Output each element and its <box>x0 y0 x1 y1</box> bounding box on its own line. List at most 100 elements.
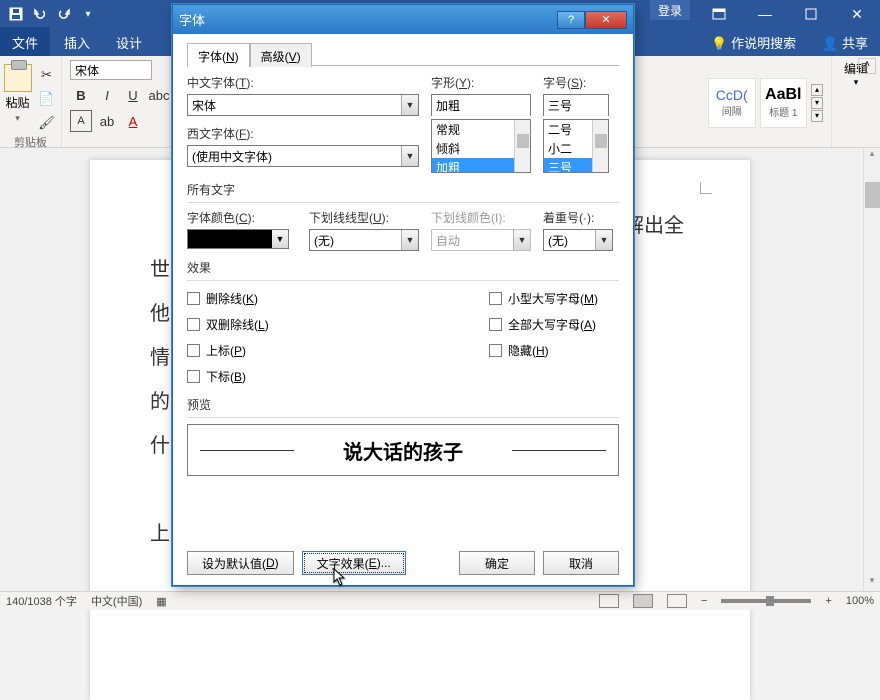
mouse-cursor-icon <box>333 568 347 586</box>
preview-box: 说大话的孩子 <box>187 424 619 476</box>
tab-insert[interactable]: 插入 <box>52 27 102 58</box>
text-effects-button[interactable]: 文字效果(E)... <box>302 551 406 575</box>
double-strike-checkbox[interactable]: 双删除线(L) <box>187 313 397 336</box>
word-count[interactable]: 140/1038 个字 <box>6 593 77 609</box>
dialog-title-bar[interactable]: 字体 ? ✕ <box>173 5 633 34</box>
font-style-list[interactable]: 常规 倾斜 加粗 <box>431 119 531 173</box>
set-default-button[interactable]: 设为默认值(D) <box>187 551 294 575</box>
read-mode-icon[interactable] <box>599 594 619 608</box>
qat-dropdown-icon[interactable]: ▾ <box>80 6 96 22</box>
share-label: 共享 <box>842 36 868 51</box>
cut-icon[interactable]: ✂ <box>36 64 58 86</box>
preview-label: 预览 <box>187 396 619 413</box>
strike-checkbox[interactable]: 删除线(K) <box>187 287 397 310</box>
underline-color-label: 下划线颜色(I): <box>431 209 531 226</box>
zoom-slider[interactable] <box>721 599 811 603</box>
scroll-up-icon[interactable]: ▴ <box>864 148 880 164</box>
paste-button[interactable]: 粘贴 ▾ <box>4 64 32 134</box>
dialog-title: 字体 <box>179 10 205 29</box>
chevron-down-icon: ▼ <box>513 230 530 250</box>
effects-label: 效果 <box>187 259 619 276</box>
styles-more-icon[interactable]: ▾ <box>811 110 823 122</box>
chevron-down-icon[interactable]: ▼ <box>595 230 612 250</box>
scroll-thumb[interactable] <box>865 182 880 208</box>
style-item-2[interactable]: AaBl 标题 1 <box>760 78 808 128</box>
vertical-scrollbar[interactable]: ▴ ▾ <box>863 148 880 591</box>
font-color-button[interactable]: A <box>122 110 144 132</box>
font-color-swatch[interactable]: ▼ <box>187 229 273 249</box>
font-char-border-button[interactable]: A <box>70 110 92 132</box>
share-button[interactable]: 👤 共享 <box>810 27 880 58</box>
style-sample: AaBl <box>765 86 801 104</box>
font-size-input[interactable]: 三号 <box>543 94 609 116</box>
format-painter-icon[interactable]: 🖌 <box>36 112 58 134</box>
chevron-down-icon[interactable]: ▼ <box>401 230 418 250</box>
cancel-button[interactable]: 取消 <box>543 551 619 575</box>
macro-record-icon[interactable]: ▦ <box>156 595 166 608</box>
smallcaps-checkbox[interactable]: 小型大写字母(M) <box>489 287 609 310</box>
ribbon-display-options-icon[interactable] <box>696 0 742 28</box>
login-button[interactable]: 登录 <box>650 0 690 20</box>
help-icon[interactable]: ? <box>557 11 585 29</box>
ok-button[interactable]: 确定 <box>459 551 535 575</box>
zoom-in-icon[interactable]: + <box>825 595 831 607</box>
preview-text: 说大话的孩子 <box>343 436 463 465</box>
language-status[interactable]: 中文(中国) <box>91 593 142 609</box>
italic-button[interactable]: I <box>96 84 118 106</box>
close-icon[interactable]: ✕ <box>834 0 880 28</box>
minimize-icon[interactable]: — <box>742 0 788 28</box>
paste-icon <box>4 64 32 92</box>
zoom-level[interactable]: 100% <box>846 595 874 607</box>
scroll-down-icon[interactable]: ▾ <box>864 575 880 591</box>
font-dialog: 字体 ? ✕ 字体(N) 高级(V) 中文字体(T): 宋体▼ 西文字体(F):… <box>172 4 634 586</box>
hidden-checkbox[interactable]: 隐藏(H) <box>489 339 609 362</box>
underline-color-combo: 自动▼ <box>431 229 531 251</box>
maximize-icon[interactable] <box>788 0 834 28</box>
underline-button[interactable]: U <box>122 84 144 106</box>
tab-font-dialog[interactable]: 字体(N) <box>187 43 250 67</box>
collapse-ribbon-icon[interactable]: ˄ <box>858 58 876 74</box>
chevron-down-icon[interactable]: ▼ <box>272 229 289 249</box>
font-style-label: 字形(Y): <box>431 74 531 91</box>
status-bar: 140/1038 个字 中文(中国) ▦ − + 100% <box>0 591 880 610</box>
underline-style-combo[interactable]: (无)▼ <box>309 229 419 251</box>
tab-file[interactable]: 文件 <box>0 27 50 58</box>
font-style-input[interactable]: 加粗 <box>431 94 531 116</box>
tab-advanced-dialog[interactable]: 高级(V) <box>250 43 312 67</box>
cn-font-combo[interactable]: 宋体▼ <box>187 94 419 116</box>
paste-label: 粘贴 <box>5 94 29 111</box>
styles-down-icon[interactable]: ▾ <box>811 97 823 109</box>
emphasis-combo[interactable]: (无)▼ <box>543 229 613 251</box>
chevron-down-icon[interactable]: ▼ <box>401 146 418 166</box>
font-size-list[interactable]: 二号 小二 三号 <box>543 119 609 173</box>
style-sample: CcD( <box>716 87 748 103</box>
list-scrollbar[interactable] <box>514 120 530 172</box>
superscript-checkbox[interactable]: 上标(P) <box>187 339 397 362</box>
strike-button[interactable]: abc <box>148 84 170 106</box>
chevron-down-icon[interactable]: ▼ <box>401 95 418 115</box>
cn-font-label: 中文字体(T): <box>187 74 419 91</box>
styles-up-icon[interactable]: ▴ <box>811 84 823 96</box>
tell-me-search[interactable]: 💡 作说明搜索 <box>699 27 808 58</box>
west-font-combo[interactable]: (使用中文字体)▼ <box>187 145 419 167</box>
all-font-label: 所有文字 <box>187 181 619 198</box>
underline-style-label: 下划线线型(U): <box>309 209 419 226</box>
west-font-label: 西文字体(F): <box>187 125 419 142</box>
redo-icon[interactable] <box>56 6 72 22</box>
bold-button[interactable]: B <box>70 84 92 106</box>
web-layout-icon[interactable] <box>667 594 687 608</box>
highlight-button[interactable]: ab <box>96 110 118 132</box>
zoom-out-icon[interactable]: − <box>701 595 707 607</box>
tell-me-label: 作说明搜索 <box>731 36 796 51</box>
list-scrollbar[interactable] <box>592 120 608 172</box>
font-name-combo[interactable]: 宋体 <box>70 60 152 80</box>
dialog-close-icon[interactable]: ✕ <box>585 11 627 29</box>
style-item-1[interactable]: CcD( 间隔 <box>708 78 756 128</box>
tab-design[interactable]: 设计 <box>104 27 154 58</box>
undo-icon[interactable] <box>32 6 48 22</box>
print-layout-icon[interactable] <box>633 594 653 608</box>
save-icon[interactable] <box>8 6 24 22</box>
allcaps-checkbox[interactable]: 全部大写字母(A) <box>489 313 609 336</box>
copy-icon[interactable]: 📄 <box>36 88 58 110</box>
subscript-checkbox[interactable]: 下标(B) <box>187 365 397 388</box>
